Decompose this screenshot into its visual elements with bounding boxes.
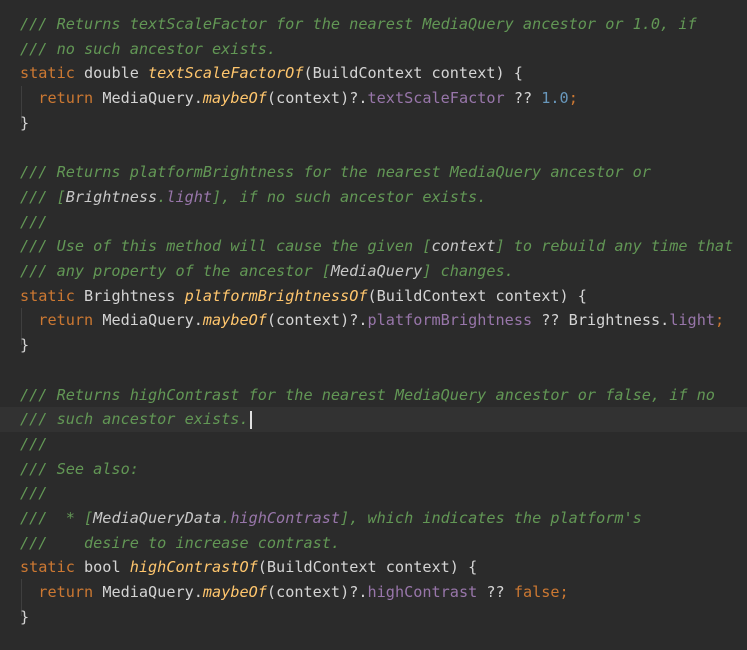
code-token-plain: Brightness: [74, 286, 185, 305]
code-token-field: highContrast: [367, 583, 478, 602]
code-token-plain: (BuildContext context) {: [367, 286, 587, 305]
code-line[interactable]: }: [20, 111, 29, 136]
code-token-comment: /// no such ancestor exists.: [20, 39, 277, 58]
code-line[interactable]: static Brightness platformBrightnessOf(B…: [20, 284, 587, 309]
code-line[interactable]: /// Returns textScaleFactor for the near…: [20, 12, 697, 37]
code-line[interactable]: return MediaQuery.maybeOf(context)?.plat…: [20, 308, 724, 333]
code-line[interactable]: ///: [20, 210, 47, 235]
code-token-plain: (context)?.: [266, 583, 368, 602]
code-token-number: 1.0: [541, 89, 569, 108]
code-token-plain: (context)?.: [266, 89, 368, 108]
code-token-comment: ///: [20, 484, 48, 503]
code-token-field: textScaleFactor: [367, 89, 505, 108]
code-token-plain: }: [20, 607, 30, 626]
code-token-keyword: ;: [568, 89, 578, 108]
code-token-comment: /// desire to increase contrast.: [20, 533, 341, 552]
code-token-plain: }: [20, 113, 30, 132]
code-token-field: platformBrightness: [367, 311, 533, 330]
code-token-comment: .: [221, 509, 231, 527]
code-token-comment: /// See also:: [20, 459, 139, 478]
code-token-comment: /// Use of this method will cause the gi…: [20, 237, 432, 256]
code-token-doc-ref-text: MediaQueryData: [93, 509, 222, 527]
code-line[interactable]: ///: [20, 481, 47, 506]
code-token-comment: ] to rebuild any time that: [495, 237, 734, 256]
code-token-doc-ref-text: MediaQuery: [330, 262, 423, 280]
code-line[interactable]: }: [20, 333, 29, 358]
code-token-plain: (context)?.: [266, 311, 368, 330]
code-token-plain: ??: [504, 89, 542, 108]
code-line-current[interactable]: /// such ancestor exists.: [0, 407, 747, 432]
code-token-comment: /// Returns textScaleFactor for the near…: [20, 15, 697, 33]
code-token-keyword: static: [20, 64, 75, 83]
code-line[interactable]: return MediaQuery.maybeOf(context)?.text…: [20, 86, 578, 111]
code-token-doc-ref-field: light: [166, 187, 213, 206]
code-token-fn-decl: platformBrightnessOf: [184, 286, 368, 305]
code-token-comment: /// Returns platformBrightness for the n…: [20, 163, 651, 182]
code-token-plain: (BuildContext context) {: [303, 64, 523, 83]
code-token-const: light: [669, 311, 715, 330]
code-token-plain: ?? Brightness.: [532, 311, 670, 330]
code-line[interactable]: static double textScaleFactorOf(BuildCon…: [20, 61, 523, 86]
code-token-keyword: false;: [513, 583, 569, 602]
code-token-fn-call: maybeOf: [202, 89, 267, 108]
code-token-fn-decl: highContrastOf: [129, 558, 258, 577]
code-line[interactable]: /// desire to increase contrast.: [20, 531, 340, 556]
code-token-comment: /// * [: [20, 509, 94, 527]
code-token-comment: ], if no such ancestor exists.: [212, 187, 487, 206]
code-token-doc-ref-text: context: [431, 237, 496, 256]
code-token-doc-ref-field: highContrast: [230, 509, 341, 527]
code-token-plain: bool: [74, 558, 130, 577]
code-token-plain: MediaQuery.: [93, 583, 203, 602]
code-token-fn-decl: textScaleFactorOf: [148, 64, 304, 83]
code-token-plain: }: [20, 336, 30, 355]
code-token-comment: ///: [20, 434, 48, 453]
code-token-comment: .: [157, 187, 167, 206]
code-token-comment: /// any property of the ancestor [: [20, 262, 331, 280]
text-caret: [249, 410, 252, 429]
code-token-comment: /// such ancestor exists.: [20, 410, 249, 429]
code-token-doc-ref-text: Brightness: [65, 187, 158, 206]
code-line[interactable]: /// any property of the ancestor [MediaQ…: [20, 259, 514, 284]
code-editor[interactable]: /// Returns textScaleFactor for the near…: [0, 0, 747, 650]
code-line[interactable]: /// no such ancestor exists.: [20, 37, 276, 62]
code-token-comment: ] changes.: [422, 262, 514, 280]
code-token-keyword: return: [38, 311, 94, 330]
code-line[interactable]: /// * [MediaQueryData.highContrast], whi…: [20, 506, 642, 531]
code-line[interactable]: ///: [20, 432, 47, 457]
code-token-keyword: static: [20, 558, 75, 577]
code-token-comment: ///: [20, 212, 48, 231]
code-token-keyword: return: [38, 89, 94, 108]
code-token-plain: double: [74, 64, 149, 83]
code-line[interactable]: return MediaQuery.maybeOf(context)?.high…: [20, 580, 569, 605]
code-token-plain: (BuildContext context) {: [257, 558, 478, 577]
code-line[interactable]: /// Use of this method will cause the gi…: [20, 234, 733, 259]
code-token-fn-call: maybeOf: [202, 311, 267, 330]
code-line[interactable]: /// Returns highContrast for the nearest…: [20, 383, 715, 408]
code-line[interactable]: /// [Brightness.light], if no such ances…: [20, 185, 486, 210]
code-line[interactable]: static bool highContrastOf(BuildContext …: [20, 555, 477, 580]
code-token-plain: ??: [477, 583, 514, 602]
code-token-plain: MediaQuery.: [93, 89, 203, 108]
code-token-plain: MediaQuery.: [93, 311, 203, 330]
code-token-keyword: static: [20, 286, 75, 305]
code-line[interactable]: /// See also:: [20, 457, 139, 482]
code-line[interactable]: }: [20, 605, 29, 630]
code-token-keyword: return: [38, 583, 94, 602]
code-token-keyword: ;: [714, 311, 725, 330]
code-line[interactable]: /// Returns platformBrightness for the n…: [20, 160, 651, 185]
code-token-comment: /// Returns highContrast for the nearest…: [20, 385, 715, 404]
code-token-fn-call: maybeOf: [202, 583, 267, 602]
code-token-comment: ], which indicates the platform's: [340, 509, 642, 527]
code-token-comment: /// [: [20, 187, 66, 206]
